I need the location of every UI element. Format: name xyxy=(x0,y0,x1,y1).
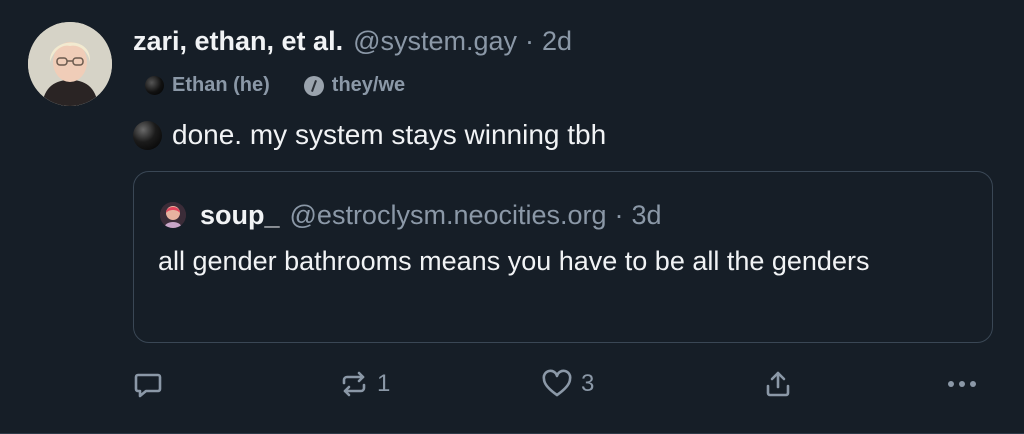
pronoun-slash-icon xyxy=(303,75,324,96)
author-handle[interactable]: @system.gay xyxy=(353,22,517,60)
quote-text: all gender bathrooms means you have to b… xyxy=(158,246,870,276)
more-icon xyxy=(945,369,979,399)
quote-author-handle[interactable]: @estroclysm.neocities.org xyxy=(290,198,607,232)
reply-icon xyxy=(133,369,163,399)
quote-author-avatar[interactable] xyxy=(160,202,186,228)
more-options-button[interactable] xyxy=(945,366,979,402)
separator-dot: · xyxy=(525,26,535,56)
author-tags: Ethan (he) they/we xyxy=(145,74,405,97)
separator-dot: · xyxy=(614,200,624,230)
tag-member-label: Ethan (he) xyxy=(172,74,270,96)
quote-author-display-name[interactable]: soup_ xyxy=(200,198,280,232)
like-button[interactable]: 3 xyxy=(541,366,594,402)
tag-pronouns: they/we xyxy=(303,74,406,97)
post-card[interactable]: zari, ethan, et al. @system.gay · 2d Eth… xyxy=(0,0,1024,434)
share-button[interactable] xyxy=(763,366,793,402)
share-icon xyxy=(763,369,793,399)
post-header: zari, ethan, et al. @system.gay · 2d xyxy=(133,22,572,60)
repost-button[interactable]: 1 xyxy=(339,366,390,402)
tag-pronouns-label: they/we xyxy=(331,74,406,96)
repost-icon xyxy=(339,369,369,399)
black-circle-icon xyxy=(145,76,164,95)
reply-button[interactable] xyxy=(133,366,163,402)
like-count: 3 xyxy=(581,370,595,397)
quote-timestamp[interactable]: 3d xyxy=(632,198,662,232)
post-actions: 1 3 xyxy=(133,366,993,402)
author-display-name[interactable]: zari, ethan, et al. xyxy=(133,22,343,60)
post-text: done. my system stays winning tbh xyxy=(172,119,607,150)
post-timestamp[interactable]: 2d xyxy=(542,22,572,60)
tag-member: Ethan (he) xyxy=(145,74,270,97)
quote-header: soup_ @estroclysm.neocities.org · 3d xyxy=(160,198,662,232)
author-avatar[interactable] xyxy=(28,22,112,106)
post-body: done. my system stays winning tbh xyxy=(133,116,606,154)
quoted-post[interactable]: soup_ @estroclysm.neocities.org · 3d all… xyxy=(133,171,993,343)
repost-count: 1 xyxy=(377,370,391,397)
heart-icon xyxy=(541,369,573,399)
black-ball-emoji-icon xyxy=(133,120,162,150)
